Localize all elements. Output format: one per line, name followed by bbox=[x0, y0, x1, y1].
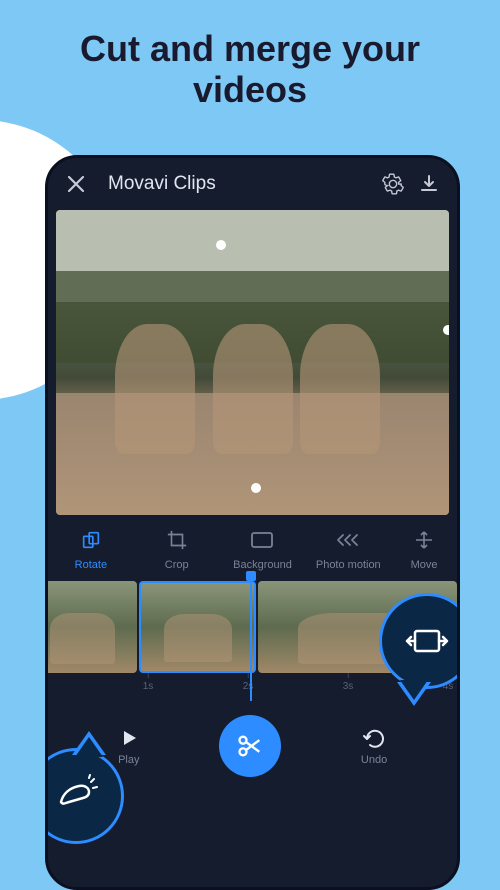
tool-label: Move bbox=[411, 559, 438, 571]
hand-gesture-icon bbox=[51, 774, 101, 818]
split-merge-icon bbox=[405, 625, 449, 657]
video-preview[interactable] bbox=[56, 210, 449, 515]
tool-label: Rotate bbox=[75, 559, 107, 571]
tool-label: Background bbox=[233, 559, 292, 571]
phone-mockup: Movavi Clips Rotate Crop bbox=[45, 155, 460, 890]
tool-crop[interactable]: Crop bbox=[142, 527, 212, 571]
control-handle[interactable] bbox=[443, 325, 449, 335]
scissors-icon bbox=[236, 732, 264, 760]
timeline-clip[interactable] bbox=[45, 581, 137, 673]
tool-label: Photo motion bbox=[316, 559, 381, 571]
tick: 1s bbox=[143, 681, 154, 692]
tool-label: Crop bbox=[165, 559, 189, 571]
tool-photo-motion[interactable]: Photo motion bbox=[313, 527, 383, 571]
background-icon bbox=[249, 527, 275, 553]
app-header: Movavi Clips bbox=[48, 158, 457, 210]
play-icon bbox=[118, 727, 140, 749]
rotate-icon bbox=[78, 527, 104, 553]
playhead[interactable] bbox=[250, 577, 252, 701]
motion-icon bbox=[335, 527, 361, 553]
control-handle[interactable] bbox=[251, 483, 261, 493]
split-button[interactable] bbox=[219, 715, 281, 777]
undo-button[interactable]: Undo bbox=[361, 727, 387, 766]
play-button[interactable]: Play bbox=[118, 727, 140, 766]
timeline-clip-selected[interactable] bbox=[139, 581, 256, 673]
undo-icon bbox=[362, 727, 386, 749]
close-icon[interactable] bbox=[64, 172, 88, 196]
undo-label: Undo bbox=[361, 754, 387, 766]
play-label: Play bbox=[118, 754, 139, 766]
tool-move[interactable]: Move bbox=[399, 527, 449, 571]
control-handle[interactable] bbox=[216, 240, 226, 250]
tick: 3s bbox=[343, 681, 354, 692]
settings-gear-icon[interactable] bbox=[381, 172, 405, 196]
move-icon bbox=[411, 527, 437, 553]
tool-rotate[interactable]: Rotate bbox=[56, 527, 126, 571]
app-title: Movavi Clips bbox=[108, 173, 369, 195]
download-icon[interactable] bbox=[417, 172, 441, 196]
tool-background[interactable]: Background bbox=[227, 527, 297, 571]
crop-icon bbox=[164, 527, 190, 553]
headline: Cut and merge your videos bbox=[0, 0, 500, 131]
